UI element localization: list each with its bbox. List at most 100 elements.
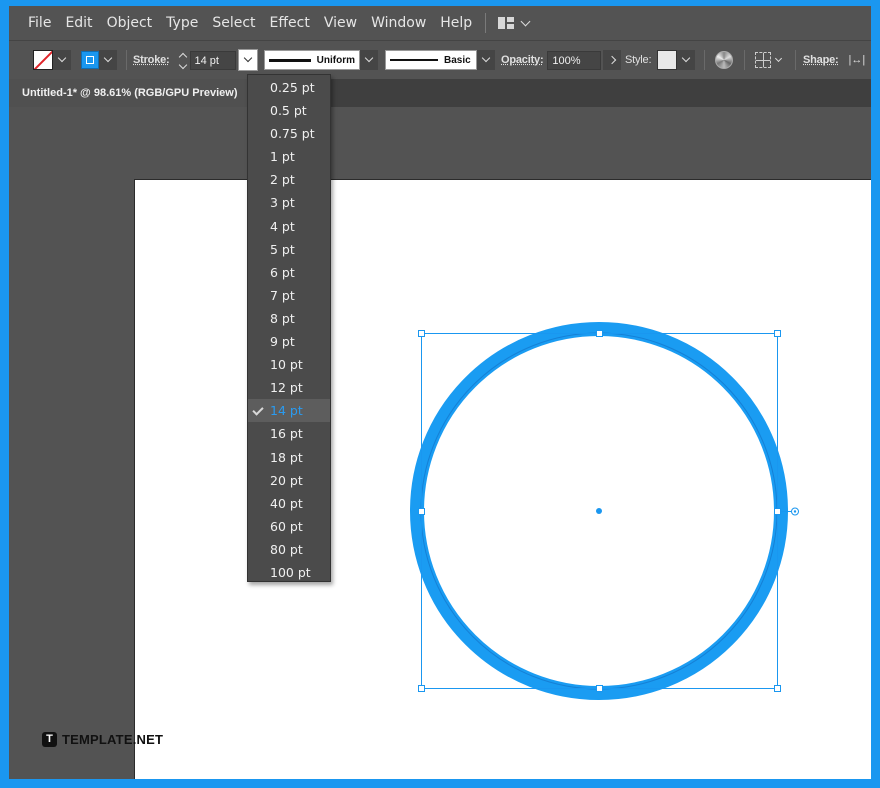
stroke-weight-option-label: 9 pt	[270, 334, 295, 350]
stroke-color-control[interactable]	[81, 41, 117, 79]
brush-preview-line	[390, 59, 438, 61]
handle-top-left[interactable]	[418, 330, 425, 337]
menu-select[interactable]: Select	[205, 6, 262, 40]
stepper-down-icon[interactable]	[178, 60, 187, 70]
align-control[interactable]	[755, 41, 783, 79]
stroke-weight-option[interactable]: 40 pt	[248, 492, 330, 515]
toolbar-divider	[704, 50, 705, 70]
menu-view[interactable]: View	[317, 6, 364, 40]
handle-middle-right[interactable]	[774, 508, 781, 515]
handle-bottom-right[interactable]	[774, 685, 781, 692]
stroke-label[interactable]: Stroke:	[133, 54, 170, 66]
stroke-weight-option[interactable]: 100 pt	[248, 561, 330, 584]
stroke-weight-option[interactable]: 2 pt	[248, 168, 330, 191]
menu-window[interactable]: Window	[364, 6, 433, 40]
handle-bottom-center[interactable]	[596, 685, 603, 692]
stroke-weight-option-label: 0.25 pt	[270, 80, 315, 95]
opacity-label[interactable]: Opacity:	[501, 54, 544, 66]
stroke-weight-option-label: 1 pt	[270, 149, 295, 165]
selected-circle-artwork[interactable]	[9, 107, 871, 779]
shape-width-icon[interactable]: |↔|	[848, 54, 865, 66]
brush-definition-control[interactable]: Basic	[385, 41, 495, 79]
stroke-weight-option[interactable]: 0.75 pt	[248, 122, 330, 145]
stroke-weight-option[interactable]: 12 pt	[248, 376, 330, 399]
stroke-weight-option-label: 80 pt	[270, 541, 303, 557]
chevron-right-icon	[608, 55, 617, 65]
stroke-weight-option[interactable]: 1 pt	[248, 145, 330, 168]
opacity-expand-button[interactable]	[603, 50, 622, 70]
stroke-weight-option[interactable]: 18 pt	[248, 446, 330, 469]
graphic-style-swatch[interactable]	[657, 50, 678, 70]
stroke-weight-option-label: 18 pt	[270, 449, 303, 465]
stroke-weight-option[interactable]: 3 pt	[248, 191, 330, 214]
template-logo-icon: T	[42, 732, 57, 747]
variable-width-profile-select[interactable]: Uniform	[264, 50, 360, 70]
document-tab-bar: Untitled-1* @ 98.61% (RGB/GPU Preview)	[9, 79, 871, 107]
stroke-weight-option-label: 12 pt	[270, 380, 303, 396]
canvas-area[interactable]	[9, 107, 871, 779]
toolbar-divider	[126, 50, 127, 70]
handle-bottom-left[interactable]	[418, 685, 425, 692]
menu-bar: File Edit Object Type Select Effect View…	[9, 6, 871, 40]
watermark-text: TEMPLATE.NET	[62, 732, 164, 747]
chevron-down-icon	[364, 53, 374, 63]
brush-definition-select[interactable]: Basic	[385, 50, 477, 70]
opacity-control: Opacity: 100%	[501, 41, 622, 79]
menu-help[interactable]: Help	[433, 6, 479, 40]
menu-divider	[485, 13, 487, 33]
profile-preview-line	[269, 58, 311, 62]
brush-dropdown-button[interactable]	[477, 50, 495, 70]
chevron-down-icon	[682, 53, 691, 63]
stroke-color-swatch[interactable]	[81, 51, 99, 69]
stroke-weight-option[interactable]: 0.25 pt	[248, 76, 330, 99]
fill-control[interactable]	[33, 41, 71, 79]
fill-none-swatch[interactable]	[33, 50, 53, 70]
shape-label[interactable]: Shape:	[803, 54, 839, 66]
stroke-weight-input[interactable]: 14 pt	[189, 50, 236, 70]
menu-file[interactable]: File	[21, 6, 58, 40]
stroke-weight-option[interactable]: 9 pt	[248, 330, 330, 353]
stroke-weight-option[interactable]: 80 pt	[248, 538, 330, 561]
menu-object[interactable]: Object	[100, 6, 160, 40]
stroke-weight-option[interactable]: 0.5 pt	[248, 99, 330, 122]
stroke-weight-option[interactable]: 4 pt	[248, 215, 330, 238]
fill-dropdown-button[interactable]	[53, 50, 71, 70]
checkmark-icon	[252, 404, 264, 416]
stroke-color-dropdown-button[interactable]	[99, 50, 117, 70]
stroke-weight-option[interactable]: 16 pt	[248, 422, 330, 445]
stroke-weight-option-label: 0.75 pt	[270, 126, 315, 142]
align-grid-icon[interactable]	[755, 52, 771, 68]
stroke-weight-option[interactable]: 8 pt	[248, 307, 330, 330]
handle-middle-left[interactable]	[418, 508, 425, 515]
handle-top-center[interactable]	[596, 330, 603, 337]
opacity-input[interactable]: 100%	[547, 50, 602, 70]
stroke-weight-option-label: 7 pt	[270, 287, 295, 303]
toolbar-divider	[744, 50, 745, 70]
workspace-switcher[interactable]	[498, 16, 531, 29]
stroke-weight-option[interactable]: 20 pt	[248, 469, 330, 492]
stroke-weight-menu: 0.25 pt 0.5 pt 0.75 pt 1 pt 2 pt 3 pt 4 pt 5 pt…	[247, 74, 331, 582]
recolor-artwork-icon[interactable]	[715, 51, 733, 69]
menu-effect[interactable]: Effect	[263, 6, 317, 40]
stroke-weight-option-label: 2 pt	[270, 172, 295, 188]
stroke-weight-dropdown-button[interactable]	[237, 49, 258, 71]
stroke-weight-option[interactable]: 14 pt	[248, 399, 330, 423]
center-point	[596, 508, 602, 514]
menu-edit[interactable]: Edit	[58, 6, 99, 40]
recolor-control[interactable]	[715, 41, 733, 79]
chevron-down-icon	[520, 16, 531, 26]
stroke-weight-option[interactable]: 6 pt	[248, 261, 330, 284]
stroke-weight-option[interactable]: 7 pt	[248, 284, 330, 307]
stroke-weight-option[interactable]: 10 pt	[248, 353, 330, 376]
stroke-weight-option[interactable]: 60 pt	[248, 515, 330, 538]
handle-top-right[interactable]	[774, 330, 781, 337]
workspace-layout-icon	[498, 17, 515, 29]
profile-dropdown-button[interactable]	[360, 50, 378, 70]
stroke-weight-option[interactable]: 5 pt	[248, 238, 330, 261]
style-dropdown-button[interactable]	[677, 50, 696, 70]
stroke-weight-option-label: 14 pt	[270, 403, 303, 419]
style-control: Style:	[625, 41, 696, 79]
stroke-weight-option-label: 20 pt	[270, 472, 303, 488]
menu-type[interactable]: Type	[159, 6, 205, 40]
stroke-stepper[interactable]	[178, 52, 187, 70]
